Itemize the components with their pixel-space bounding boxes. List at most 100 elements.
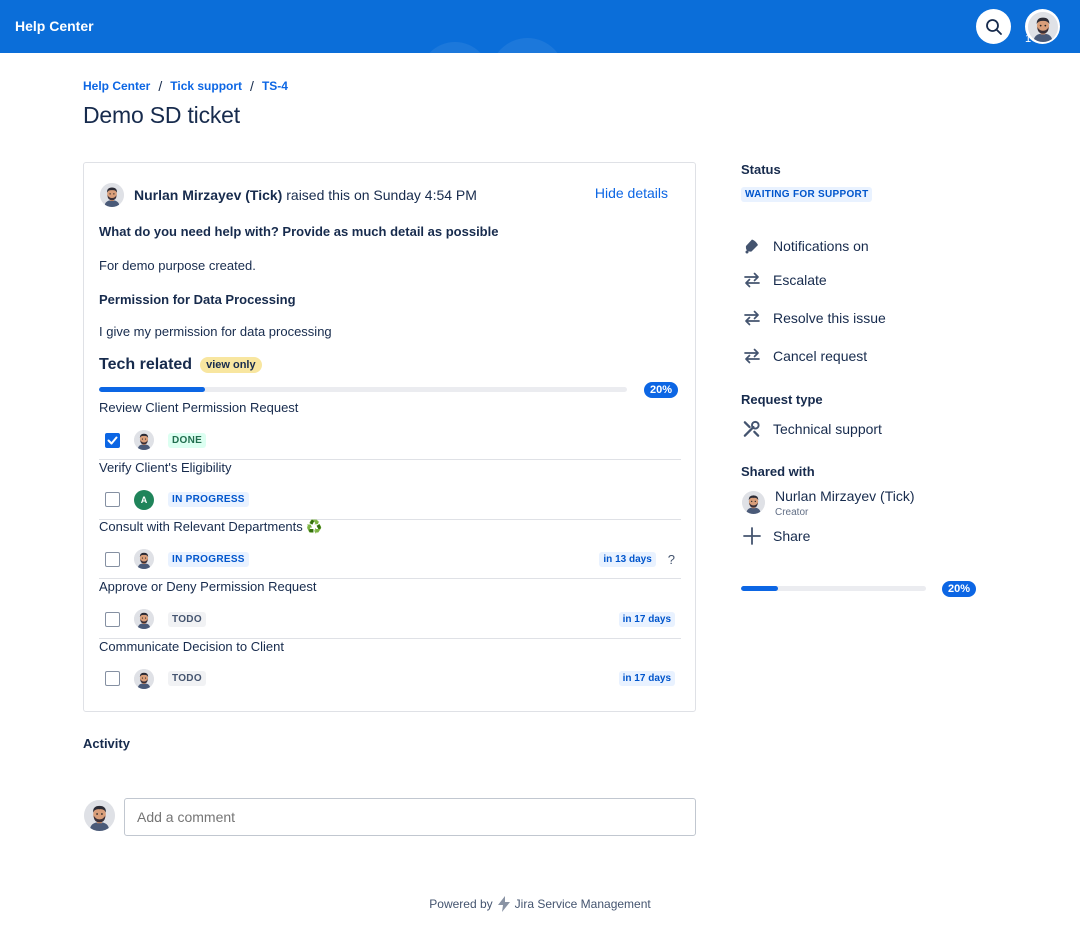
powered-by-product[interactable]: Jira Service Management: [515, 897, 651, 911]
transition-icon: [742, 308, 761, 327]
checklist-item-checkbox[interactable]: [105, 432, 120, 448]
participant-avatar: [742, 491, 765, 514]
status-heading: Status: [741, 162, 781, 177]
checklist-item-meta: A IN PROGRESS: [105, 488, 675, 512]
powered-by-label: Powered by: [429, 897, 493, 911]
search-button[interactable]: [976, 9, 1011, 44]
escalate-action[interactable]: Escalate: [742, 270, 827, 289]
assignee-avatar: [134, 668, 154, 689]
avatar: [1027, 11, 1058, 42]
checklist-item-checkbox[interactable]: [105, 671, 120, 687]
field-answer: I give my permission for data processing: [99, 324, 332, 339]
checklist-item-meta: TODO in 17 days: [105, 607, 675, 631]
reporter-avatar: [100, 183, 124, 207]
request-type-heading: Request type: [741, 392, 823, 407]
page-title: Demo SD ticket: [83, 102, 240, 128]
view-only-badge: view only: [200, 357, 262, 373]
field-question: What do you need help with? Provide as m…: [99, 224, 499, 239]
check-icon: [107, 436, 118, 444]
checklist-item: Verify Client's Eligibility A IN PROGRESS: [99, 460, 681, 520]
activity-heading: Activity: [83, 736, 130, 751]
notifications-toggle[interactable]: Notifications on: [742, 236, 869, 255]
breadcrumb-separator: /: [250, 78, 254, 94]
assignee-avatar: [134, 430, 154, 450]
checklist-item-meta: DONE: [105, 428, 675, 452]
sidebar-progress-percent: 20%: [942, 581, 977, 597]
due-date-badge: in 17 days: [618, 671, 675, 687]
comment-input[interactable]: [124, 798, 696, 836]
notification-count: 1: [1025, 33, 1032, 45]
checklist-item-meta: TODO in 17 days: [105, 667, 675, 691]
action-label: Resolve this issue: [773, 309, 886, 326]
participant-role: Creator: [775, 507, 809, 518]
checklist-item: Communicate Decision to Client TODO in 17 …: [99, 639, 681, 699]
checklist-progress-percent: 20%: [644, 382, 679, 398]
field-answer: For demo purpose created.: [99, 258, 256, 273]
sidebar-progress-bar: [741, 586, 926, 591]
checklist-progress-fill: [99, 387, 205, 392]
reporter-name: Nurlan Mirzayev (Tick): [134, 187, 283, 203]
share-button[interactable]: Share: [742, 526, 810, 545]
top-navigation-bar: Help Center 1: [0, 0, 1080, 53]
checklist-item: Review Client Permission Request DONE: [99, 400, 681, 460]
sidebar-progress-fill: [741, 586, 778, 591]
field-question: Permission for Data Processing: [99, 292, 296, 307]
request-type-label: Technical support: [773, 420, 882, 437]
plus-icon: [742, 526, 761, 545]
jira-lightning-icon: [497, 896, 510, 912]
breadcrumb: Help Center / Tick support / TS-4: [83, 78, 288, 94]
due-date-badge: in 17 days: [618, 611, 675, 627]
status-badge: WAITING FOR SUPPORT: [741, 187, 873, 202]
raised-timestamp: raised this on Sunday 4:54 PM: [282, 187, 477, 203]
commenter-avatar: [84, 800, 115, 831]
action-label: Notifications on: [773, 237, 869, 254]
breadcrumb-ticket-key[interactable]: TS-4: [262, 79, 288, 93]
transition-icon: [742, 346, 761, 365]
checklist-status-badge[interactable]: IN PROGRESS: [168, 492, 249, 508]
bell-icon: [742, 236, 761, 255]
checklist-progress-bar: [99, 387, 627, 392]
search-icon: [985, 18, 1002, 35]
shared-participant: Nurlan Mirzayev (Tick) Creator: [742, 488, 915, 518]
checklist-title: Tech related: [99, 356, 193, 373]
hide-details-link[interactable]: Hide details: [595, 185, 668, 201]
breadcrumb-tick-support[interactable]: Tick support: [170, 79, 242, 93]
transition-icon: [742, 270, 761, 289]
checklist-header: Tech related view only: [99, 356, 262, 374]
checklist-item-title: Communicate Decision to Client: [99, 638, 284, 654]
cancel-request-action[interactable]: Cancel request: [742, 346, 867, 365]
resolve-issue-action[interactable]: Resolve this issue: [742, 308, 886, 327]
checklist-item-checkbox[interactable]: [105, 611, 120, 627]
powered-by-footer: Powered by Jira Service Management: [0, 896, 1080, 912]
checklist-item-checkbox[interactable]: [105, 492, 120, 508]
participant-name: Nurlan Mirzayev (Tick): [775, 488, 915, 504]
checklist-item-title: Review Client Permission Request: [99, 400, 299, 415]
assignee-avatar: [134, 549, 154, 570]
checklist-item-meta: IN PROGRESS in 13 days?: [105, 547, 675, 571]
request-type-value: Technical support: [742, 419, 882, 438]
tools-icon: [742, 419, 761, 438]
checklist-item: Consult with Relevant Departments ♻️ IN P…: [99, 519, 681, 580]
checklist-status-badge[interactable]: DONE: [168, 432, 207, 448]
checklist-item-title: Approve or Deny Permission Request: [99, 579, 317, 595]
checklist-status-badge[interactable]: TODO: [168, 611, 206, 627]
action-label: Escalate: [773, 271, 827, 288]
shared-with-heading: Shared with: [741, 464, 815, 479]
due-date-badge: in 13 days: [599, 551, 656, 567]
checklist-status-badge[interactable]: IN PROGRESS: [168, 551, 249, 567]
help-center-brand[interactable]: Help Center: [15, 18, 94, 34]
breadcrumb-separator: /: [158, 78, 163, 94]
share-label: Share: [773, 527, 811, 544]
breadcrumb-help-center[interactable]: Help Center: [83, 79, 150, 93]
checklist-item-title: Verify Client's Eligibility: [99, 459, 232, 475]
checklist-item-checkbox[interactable]: [105, 551, 120, 567]
assignee-avatar: A: [134, 489, 154, 510]
help-icon[interactable]: ?: [668, 552, 675, 567]
assignee-avatar: [134, 609, 154, 630]
checklist-item: Approve or Deny Permission Request TODO in…: [99, 579, 681, 640]
checklist-item-title: Consult with Relevant Departments ♻️: [99, 519, 323, 535]
action-label: Cancel request: [773, 347, 868, 364]
checklist-status-badge[interactable]: TODO: [168, 671, 206, 687]
request-details-card: Nurlan Mirzayev (Tick) raised this on Su…: [83, 162, 696, 712]
request-reporter-line: Nurlan Mirzayev (Tick) raised this on Su…: [100, 183, 477, 207]
